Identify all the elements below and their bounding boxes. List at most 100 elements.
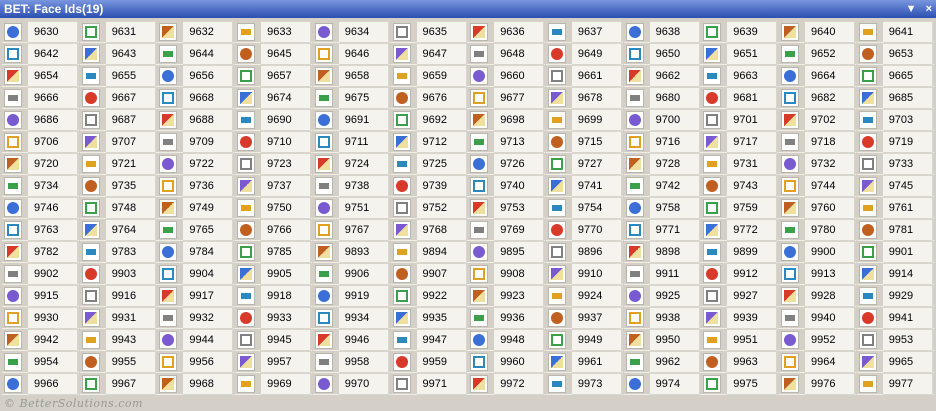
face-id-icon[interactable] [237, 265, 256, 283]
face-id-icon[interactable] [625, 353, 644, 371]
face-id-icon[interactable] [858, 45, 877, 63]
face-id-icon[interactable] [781, 199, 799, 217]
face-id-icon[interactable] [159, 45, 178, 63]
face-id-icon[interactable] [703, 89, 722, 107]
face-id-icon[interactable] [392, 177, 411, 195]
face-id-cell[interactable]: 9702 [779, 109, 856, 131]
face-id-cell[interactable]: 9733 [856, 153, 934, 175]
face-id-icon[interactable] [470, 265, 489, 283]
face-id-cell[interactable]: 9685 [856, 87, 934, 109]
dropdown-icon[interactable]: ▼ [906, 3, 917, 15]
face-id-cell[interactable]: 9745 [856, 175, 934, 197]
face-id-cell[interactable]: 9630 [2, 21, 79, 43]
face-id-icon[interactable] [4, 89, 22, 107]
face-id-cell[interactable]: 9768 [390, 219, 468, 241]
face-id-cell[interactable]: 9638 [623, 21, 701, 43]
face-id-cell[interactable]: 9955 [79, 351, 157, 373]
face-id-icon[interactable] [392, 111, 411, 129]
face-id-icon[interactable] [781, 155, 799, 173]
face-id-cell[interactable]: 9675 [312, 87, 390, 109]
face-id-cell[interactable]: 9970 [312, 373, 390, 395]
face-id-icon[interactable] [703, 375, 722, 393]
face-id-cell[interactable]: 9744 [779, 175, 856, 197]
face-id-cell[interactable]: 9727 [545, 153, 623, 175]
face-id-icon[interactable] [159, 177, 178, 195]
face-id-cell[interactable]: 9916 [79, 285, 157, 307]
face-id-icon[interactable] [703, 67, 722, 85]
face-id-cell[interactable]: 9907 [390, 263, 468, 285]
face-id-icon[interactable] [625, 89, 644, 107]
face-id-cell[interactable]: 9943 [79, 329, 157, 351]
face-id-icon[interactable] [392, 23, 411, 41]
face-id-icon[interactable] [81, 45, 100, 63]
face-id-icon[interactable] [392, 89, 411, 107]
face-id-icon[interactable] [703, 287, 722, 305]
face-id-icon[interactable] [547, 155, 566, 173]
face-id-cell[interactable]: 9915 [2, 285, 79, 307]
face-id-icon[interactable] [81, 375, 100, 393]
face-id-cell[interactable]: 9721 [79, 153, 157, 175]
face-id-cell[interactable]: 9738 [312, 175, 390, 197]
face-id-cell[interactable]: 9716 [623, 131, 701, 153]
face-id-icon[interactable] [858, 155, 877, 173]
face-id-cell[interactable]: 9919 [312, 285, 390, 307]
face-id-cell[interactable]: 9898 [623, 241, 701, 263]
face-id-cell[interactable]: 9936 [468, 307, 546, 329]
face-id-cell[interactable]: 9925 [623, 285, 701, 307]
face-id-icon[interactable] [392, 221, 411, 239]
face-id-icon[interactable] [81, 23, 100, 41]
face-id-icon[interactable] [392, 331, 411, 349]
face-id-icon[interactable] [703, 353, 722, 371]
face-id-icon[interactable] [81, 353, 100, 371]
face-id-icon[interactable] [858, 111, 877, 129]
face-id-cell[interactable]: 9645 [235, 43, 313, 65]
face-id-cell[interactable]: 9935 [390, 307, 468, 329]
face-id-cell[interactable]: 9928 [779, 285, 856, 307]
face-id-cell[interactable]: 9635 [390, 21, 468, 43]
face-id-icon[interactable] [470, 375, 489, 393]
face-id-cell[interactable]: 9947 [390, 329, 468, 351]
face-id-icon[interactable] [159, 89, 178, 107]
face-id-cell[interactable]: 9682 [779, 87, 856, 109]
face-id-icon[interactable] [4, 199, 22, 217]
face-id-cell[interactable]: 9933 [235, 307, 313, 329]
face-id-cell[interactable]: 9718 [779, 131, 856, 153]
face-id-cell[interactable]: 9894 [390, 241, 468, 263]
face-id-icon[interactable] [858, 375, 877, 393]
face-id-icon[interactable] [237, 287, 256, 305]
face-id-cell[interactable]: 9940 [779, 307, 856, 329]
face-id-cell[interactable]: 9974 [623, 373, 701, 395]
face-id-icon[interactable] [547, 375, 566, 393]
face-id-cell[interactable]: 9963 [701, 351, 779, 373]
face-id-cell[interactable]: 9968 [157, 373, 235, 395]
face-id-icon[interactable] [625, 111, 644, 129]
face-id-icon[interactable] [159, 375, 178, 393]
face-id-cell[interactable]: 9665 [856, 65, 934, 87]
face-id-icon[interactable] [81, 265, 100, 283]
face-id-cell[interactable]: 9709 [157, 131, 235, 153]
face-id-cell[interactable]: 9953 [856, 329, 934, 351]
face-id-cell[interactable]: 9895 [468, 241, 546, 263]
face-id-icon[interactable] [314, 353, 333, 371]
face-id-icon[interactable] [858, 221, 877, 239]
face-id-icon[interactable] [392, 309, 411, 327]
face-id-cell[interactable]: 9763 [2, 219, 79, 241]
face-id-cell[interactable]: 9737 [235, 175, 313, 197]
face-id-icon[interactable] [237, 375, 256, 393]
face-id-cell[interactable]: 9900 [779, 241, 856, 263]
face-id-cell[interactable]: 9667 [79, 87, 157, 109]
face-id-icon[interactable] [237, 177, 256, 195]
face-id-icon[interactable] [237, 23, 256, 41]
face-id-cell[interactable]: 9668 [157, 87, 235, 109]
face-id-cell[interactable]: 9771 [623, 219, 701, 241]
face-id-cell[interactable]: 9783 [79, 241, 157, 263]
face-id-icon[interactable] [81, 331, 100, 349]
face-id-cell[interactable]: 9961 [545, 351, 623, 373]
face-id-icon[interactable] [81, 309, 100, 327]
face-id-cell[interactable]: 9746 [2, 197, 79, 219]
face-id-icon[interactable] [470, 221, 489, 239]
face-id-icon[interactable] [314, 23, 333, 41]
face-id-cell[interactable]: 9770 [545, 219, 623, 241]
face-id-icon[interactable] [159, 265, 178, 283]
face-id-icon[interactable] [392, 67, 411, 85]
